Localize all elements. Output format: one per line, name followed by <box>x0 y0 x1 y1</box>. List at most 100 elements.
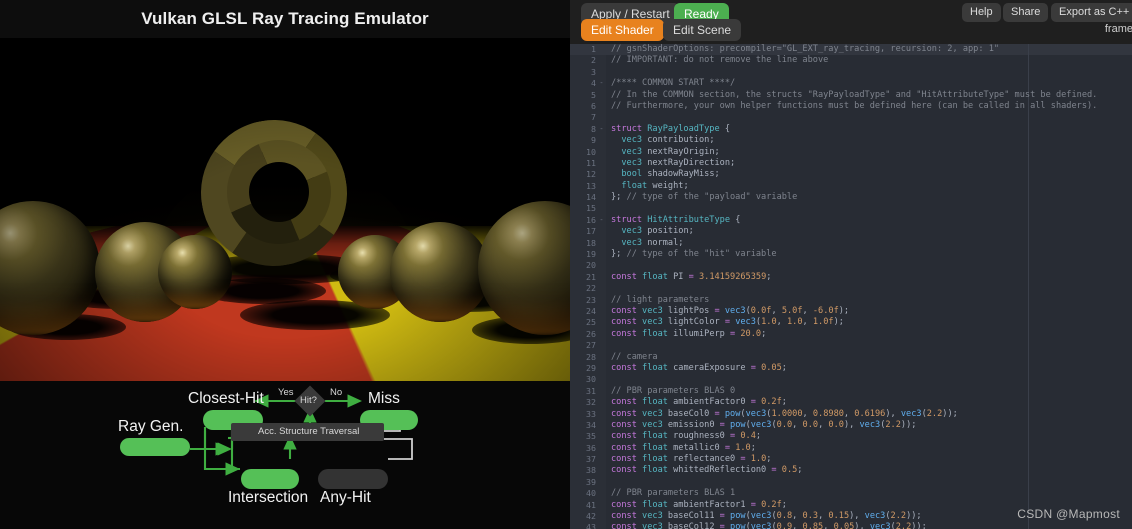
code-line[interactable]: 26 const float illumiPerp = 20.0; <box>570 329 1132 340</box>
code-line-text: const vec3 baseCol12 = pow(vec3(0.9, 0.8… <box>611 522 927 529</box>
line-number: 12 <box>586 169 596 180</box>
code-line[interactable]: 33 const vec3 baseCol0 = pow(vec3(1.0000,… <box>570 409 1132 420</box>
pipeline-node-any-hit[interactable] <box>318 469 388 489</box>
frame-id-label: frameID <box>1104 23 1132 35</box>
code-line-text: }; // type of the "payload" variable <box>611 192 798 203</box>
code-line[interactable]: 40 // PBR parameters BLAS 1 <box>570 488 1132 499</box>
code-line[interactable]: 37 const float reflectance0 = 1.0; <box>570 454 1132 465</box>
pipeline-label-traversal: Acc. Structure Traversal <box>258 426 360 437</box>
code-line[interactable]: 35 const float roughness0 = 0.4; <box>570 431 1132 442</box>
code-line-text: const float ambientFactor1 = 0.2f; <box>611 499 787 510</box>
code-line-text: float weight; <box>621 180 689 191</box>
line-number: 26 <box>586 328 596 339</box>
toolbar: Apply / Restart Ready Edit Shader Edit S… <box>570 0 1132 44</box>
code-content[interactable]: 1 // gsnShaderOptions: precompiler="GL_EX… <box>570 44 1132 529</box>
line-number: 25 <box>586 317 596 328</box>
line-number: 20 <box>586 260 596 271</box>
code-line[interactable]: 21 const float PI = 3.14159265359; <box>570 272 1132 283</box>
code-line-text: const float roughness0 = 0.4; <box>611 431 762 442</box>
export-cpp-project-button[interactable]: Export as C++ Proj <box>1051 3 1132 22</box>
code-line[interactable]: 7 <box>570 112 1132 123</box>
code-line[interactable]: 34 const vec3 emission0 = pow(vec3(0.0, 0… <box>570 420 1132 431</box>
code-line-text: const float cameraExposure = 0.05; <box>611 362 787 373</box>
code-line[interactable]: 22 <box>570 283 1132 294</box>
code-line-text: /**** COMMON START ****/ <box>611 78 736 89</box>
code-line[interactable]: 28 // camera <box>570 352 1132 363</box>
code-line[interactable]: 18 vec3 normal; <box>570 238 1132 249</box>
line-number: 28 <box>586 351 596 362</box>
code-line-text: const vec3 baseCol11 = pow(vec3(0.8, 0.3… <box>611 511 922 522</box>
code-fold-toggle-icon[interactable]: - <box>598 124 605 135</box>
line-number: 31 <box>586 385 596 396</box>
application-window: Vulkan GLSL Ray Tracing Emulator Ray Gen… <box>0 0 1132 529</box>
code-editor[interactable]: 1 // gsnShaderOptions: precompiler="GL_EX… <box>570 44 1132 529</box>
code-line[interactable]: 24 const vec3 lightPos = vec3(0.0f, 5.0f,… <box>570 306 1132 317</box>
line-number: 14 <box>586 192 596 203</box>
code-line[interactable]: 12 bool shadowRayMiss; <box>570 169 1132 180</box>
gold-torus <box>189 108 368 278</box>
code-line[interactable]: 16- struct HitAttributeType { <box>570 215 1132 226</box>
code-line[interactable]: 10 vec3 nextRayOrigin; <box>570 147 1132 158</box>
line-number: 38 <box>586 465 596 476</box>
code-line[interactable]: 5 // In the COMMON section, the structs "… <box>570 90 1132 101</box>
line-number: 36 <box>586 442 596 453</box>
code-line[interactable]: 14 }; // type of the "payload" variable <box>570 192 1132 203</box>
code-line[interactable]: 19}; // type of the "hit" variable <box>570 249 1132 260</box>
share-button[interactable]: Share <box>1003 3 1049 22</box>
code-line[interactable]: 3 <box>570 67 1132 78</box>
line-number: 41 <box>586 499 596 510</box>
line-number: 15 <box>586 203 596 214</box>
code-line[interactable]: 27 <box>570 340 1132 351</box>
code-line-text: // Furthermore, your own helper function… <box>611 100 1098 111</box>
help-button[interactable]: Help <box>962 3 1001 22</box>
code-line[interactable]: 11 vec3 nextRayDirection; <box>570 158 1132 169</box>
code-line[interactable]: 2 // IMPORTANT: do not remove the line ab… <box>570 55 1132 66</box>
code-line[interactable]: 8- struct RayPayloadType { <box>570 124 1132 135</box>
render-viewport[interactable] <box>0 38 570 381</box>
code-line[interactable]: 39 <box>570 477 1132 488</box>
line-number: 7 <box>591 112 596 123</box>
code-line[interactable]: 20 <box>570 260 1132 271</box>
code-line[interactable]: 30 <box>570 374 1132 385</box>
code-fold-toggle-icon[interactable]: - <box>598 78 605 89</box>
code-line[interactable]: 13 float weight; <box>570 181 1132 192</box>
code-line[interactable]: 17 vec3 position; <box>570 226 1132 237</box>
code-line-text: const float whittedReflection0 = 0.5; <box>611 465 803 476</box>
line-number: 9 <box>591 135 596 146</box>
pipeline-node-intersection[interactable] <box>241 469 299 489</box>
code-line[interactable]: 25 const vec3 lightColor = vec3(1.0, 1.0,… <box>570 317 1132 328</box>
code-line-text: vec3 normal; <box>621 237 684 248</box>
code-line[interactable]: 23 // light parameters <box>570 295 1132 306</box>
watermark: CSDN @Mapmost <box>1017 507 1120 521</box>
code-line[interactable]: 36 const float metallic0 = 1.0; <box>570 443 1132 454</box>
line-number: 4 <box>591 78 596 89</box>
tab-edit-shader[interactable]: Edit Shader <box>581 19 664 41</box>
code-fold-toggle-icon[interactable]: - <box>598 215 605 226</box>
code-line[interactable]: 15 <box>570 203 1132 214</box>
line-number: 16 <box>586 214 596 225</box>
code-line[interactable]: 32 const float ambientFactor0 = 0.2f; <box>570 397 1132 408</box>
code-line[interactable]: 38 const float whittedReflection0 = 0.5; <box>570 465 1132 476</box>
code-line[interactable]: 31 // PBR parameters BLAS 0 <box>570 386 1132 397</box>
code-line[interactable]: 6 // Furthermore, your own helper functio… <box>570 101 1132 112</box>
code-line-text: vec3 position; <box>621 226 694 237</box>
code-line-text: const vec3 emission0 = pow(vec3(0.0, 0.0… <box>611 419 917 430</box>
raytracing-pipeline-diagram: Ray Gen. Closest-Hit Miss Intersection A… <box>0 381 570 529</box>
code-line-text: const float illumiPerp = 20.0; <box>611 328 767 339</box>
tab-edit-scene[interactable]: Edit Scene <box>663 19 742 41</box>
code-line[interactable]: 29 const float cameraExposure = 0.05; <box>570 363 1132 374</box>
line-number: 34 <box>586 419 596 430</box>
code-line[interactable]: 43 const vec3 baseCol12 = pow(vec3(0.9, 0… <box>570 522 1132 529</box>
pipeline-node-ray-gen[interactable] <box>120 438 190 456</box>
code-line-text: const vec3 lightPos = vec3(0.0f, 5.0f, -… <box>611 305 850 316</box>
code-line[interactable]: 4-/**** COMMON START ****/ <box>570 78 1132 89</box>
line-number: 11 <box>586 157 596 168</box>
line-number: 6 <box>591 100 596 111</box>
line-number: 39 <box>586 476 596 487</box>
line-number: 37 <box>586 454 596 465</box>
pipeline-label-ray-gen: Ray Gen. <box>118 418 184 435</box>
code-line-text: struct HitAttributeType { <box>611 214 741 225</box>
code-line[interactable]: 1 // gsnShaderOptions: precompiler="GL_EX… <box>570 44 1132 55</box>
code-line-text: // IMPORTANT: do not remove the line abo… <box>611 55 829 66</box>
code-line[interactable]: 9 vec3 contribution; <box>570 135 1132 146</box>
